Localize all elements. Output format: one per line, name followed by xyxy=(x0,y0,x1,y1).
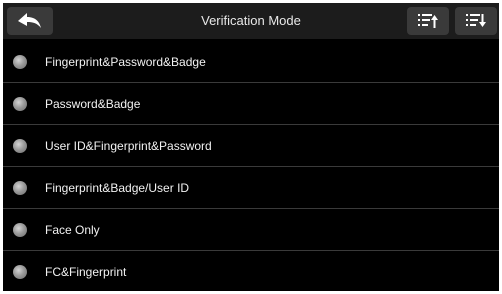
radio-button[interactable] xyxy=(13,181,27,195)
sort-ascending-button[interactable] xyxy=(407,7,449,35)
option-label: Password&Badge xyxy=(45,97,141,111)
list-item[interactable]: Face Only xyxy=(3,209,499,251)
list-item[interactable]: FC&Fingerprint xyxy=(3,251,499,291)
option-label: FC&Fingerprint xyxy=(45,265,127,279)
page-title: Verification Mode xyxy=(201,13,301,28)
sort-descending-button[interactable] xyxy=(455,7,497,35)
verification-mode-screen: Verification Mode Fingerprint&Password&B… xyxy=(3,3,499,291)
radio-button[interactable] xyxy=(13,223,27,237)
list-item[interactable]: User ID&Fingerprint&Password xyxy=(3,125,499,167)
sort-ascending-icon xyxy=(418,14,438,28)
header-bar: Verification Mode xyxy=(3,3,499,39)
radio-button[interactable] xyxy=(13,139,27,153)
radio-button[interactable] xyxy=(13,55,27,69)
list-item[interactable]: Fingerprint&Password&Badge xyxy=(3,41,499,83)
back-button[interactable] xyxy=(7,7,53,35)
option-label: Fingerprint&Badge/User ID xyxy=(45,181,190,195)
sort-descending-icon xyxy=(466,14,486,27)
radio-button[interactable] xyxy=(13,97,27,111)
back-arrow-icon xyxy=(18,13,41,28)
radio-button[interactable] xyxy=(13,265,27,279)
option-label: Fingerprint&Password&Badge xyxy=(45,55,206,69)
list-item[interactable]: Password&Badge xyxy=(3,83,499,125)
option-label: Face Only xyxy=(45,223,100,237)
option-label: User ID&Fingerprint&Password xyxy=(45,139,212,153)
list-item[interactable]: Fingerprint&Badge/User ID xyxy=(3,167,499,209)
verification-mode-list: Fingerprint&Password&Badge Password&Badg… xyxy=(3,41,499,291)
